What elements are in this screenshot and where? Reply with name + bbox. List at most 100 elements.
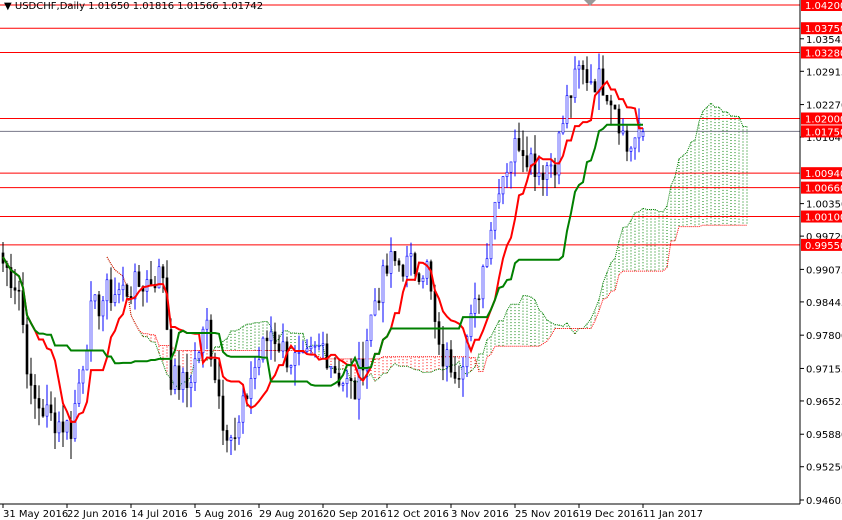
candle-body — [341, 383, 345, 386]
candle-body — [453, 371, 457, 379]
time-tick-label: 20 Sep 2016 — [323, 509, 386, 520]
time-tick-label: 3 Nov 2016 — [451, 509, 509, 520]
candle — [457, 365, 461, 388]
candle-body — [289, 365, 293, 368]
candle — [621, 118, 625, 136]
candle-body — [393, 251, 397, 262]
candle-body — [149, 279, 153, 285]
candle — [45, 384, 49, 428]
candle-body — [209, 319, 213, 360]
candle — [77, 369, 81, 407]
candle-body — [65, 420, 69, 433]
candle — [117, 282, 121, 304]
chart-window[interactable]: 1.035451.029151.022701.016401.003500.997… — [0, 0, 842, 520]
candle-body — [397, 260, 401, 266]
level-price-label: 1.00100 — [805, 213, 842, 224]
price-tick-label: 1.02915 — [806, 67, 842, 78]
candle — [453, 356, 457, 384]
candle-body — [353, 380, 357, 400]
candle — [381, 259, 385, 323]
candle — [637, 108, 641, 153]
symbol-label: USDCHF,Daily — [14, 1, 85, 12]
candle-body — [237, 421, 241, 439]
candle — [37, 385, 41, 426]
candle — [589, 64, 593, 85]
candle — [357, 341, 361, 420]
candle — [73, 389, 77, 442]
candle — [525, 136, 529, 172]
candle-body — [329, 366, 333, 369]
candle-body — [161, 266, 165, 279]
price-chart[interactable]: 1.035451.029151.022701.016401.003500.997… — [0, 0, 842, 520]
candle-body — [485, 258, 489, 267]
candle-body — [321, 343, 325, 346]
candle — [393, 251, 397, 266]
candle — [437, 312, 441, 356]
candle — [85, 344, 89, 371]
candle-body — [553, 164, 557, 176]
candle-body — [257, 359, 261, 368]
candle-body — [517, 138, 521, 151]
candle-body — [365, 340, 369, 371]
candle-body — [233, 437, 237, 439]
level-price-label: 1.00940 — [805, 169, 842, 180]
candle — [113, 277, 117, 307]
candle-body — [113, 294, 117, 303]
candle-body — [313, 345, 317, 348]
candle — [189, 374, 193, 408]
candle — [353, 377, 357, 400]
candle — [545, 162, 549, 197]
candle — [409, 242, 413, 276]
price-tick-label: 0.99075 — [806, 265, 842, 276]
candle-body — [561, 123, 565, 134]
candle — [417, 271, 421, 285]
price-tick-label: 0.97800 — [806, 331, 842, 342]
candle — [61, 403, 65, 448]
candle — [605, 94, 609, 105]
candle — [105, 273, 109, 320]
candle — [397, 258, 401, 272]
candle — [341, 381, 345, 392]
candle-body — [461, 366, 465, 380]
candle — [173, 358, 177, 395]
candle-body — [269, 331, 273, 342]
candle-body — [537, 172, 541, 177]
dropdown-triangle-icon[interactable]: ▼ — [4, 1, 12, 12]
candle — [205, 307, 209, 350]
candle — [385, 253, 389, 277]
candle-body — [497, 193, 501, 203]
candle — [401, 263, 405, 282]
candle-body — [177, 365, 181, 390]
candle-body — [309, 346, 313, 350]
candle — [581, 60, 585, 85]
candle-body — [281, 341, 285, 352]
candle — [541, 165, 545, 196]
candle-body — [573, 68, 577, 99]
candle-body — [437, 321, 441, 345]
candle-body — [241, 395, 245, 423]
candle-body — [533, 153, 537, 177]
candle — [513, 129, 517, 177]
candle — [257, 347, 261, 376]
candle-body — [433, 290, 437, 322]
candle-body — [121, 284, 125, 291]
candle-body — [445, 349, 449, 367]
candle — [613, 104, 617, 110]
candle-body — [569, 95, 573, 99]
candle — [497, 178, 501, 209]
candle — [329, 366, 333, 379]
price-tick-label: 0.97155 — [806, 364, 842, 375]
price-tick-label: 0.94605 — [806, 496, 842, 507]
candle-body — [213, 359, 217, 381]
candle-body — [525, 155, 529, 168]
candle — [133, 263, 137, 310]
candle — [473, 282, 477, 328]
candle-body — [389, 251, 393, 274]
candle-body — [401, 264, 405, 277]
candle-body — [473, 298, 477, 314]
time-tick-label: 29 Aug 2016 — [259, 509, 323, 520]
candle-body — [217, 379, 221, 397]
candle-body — [593, 81, 597, 93]
candle — [253, 356, 257, 390]
candle-body — [61, 421, 65, 433]
